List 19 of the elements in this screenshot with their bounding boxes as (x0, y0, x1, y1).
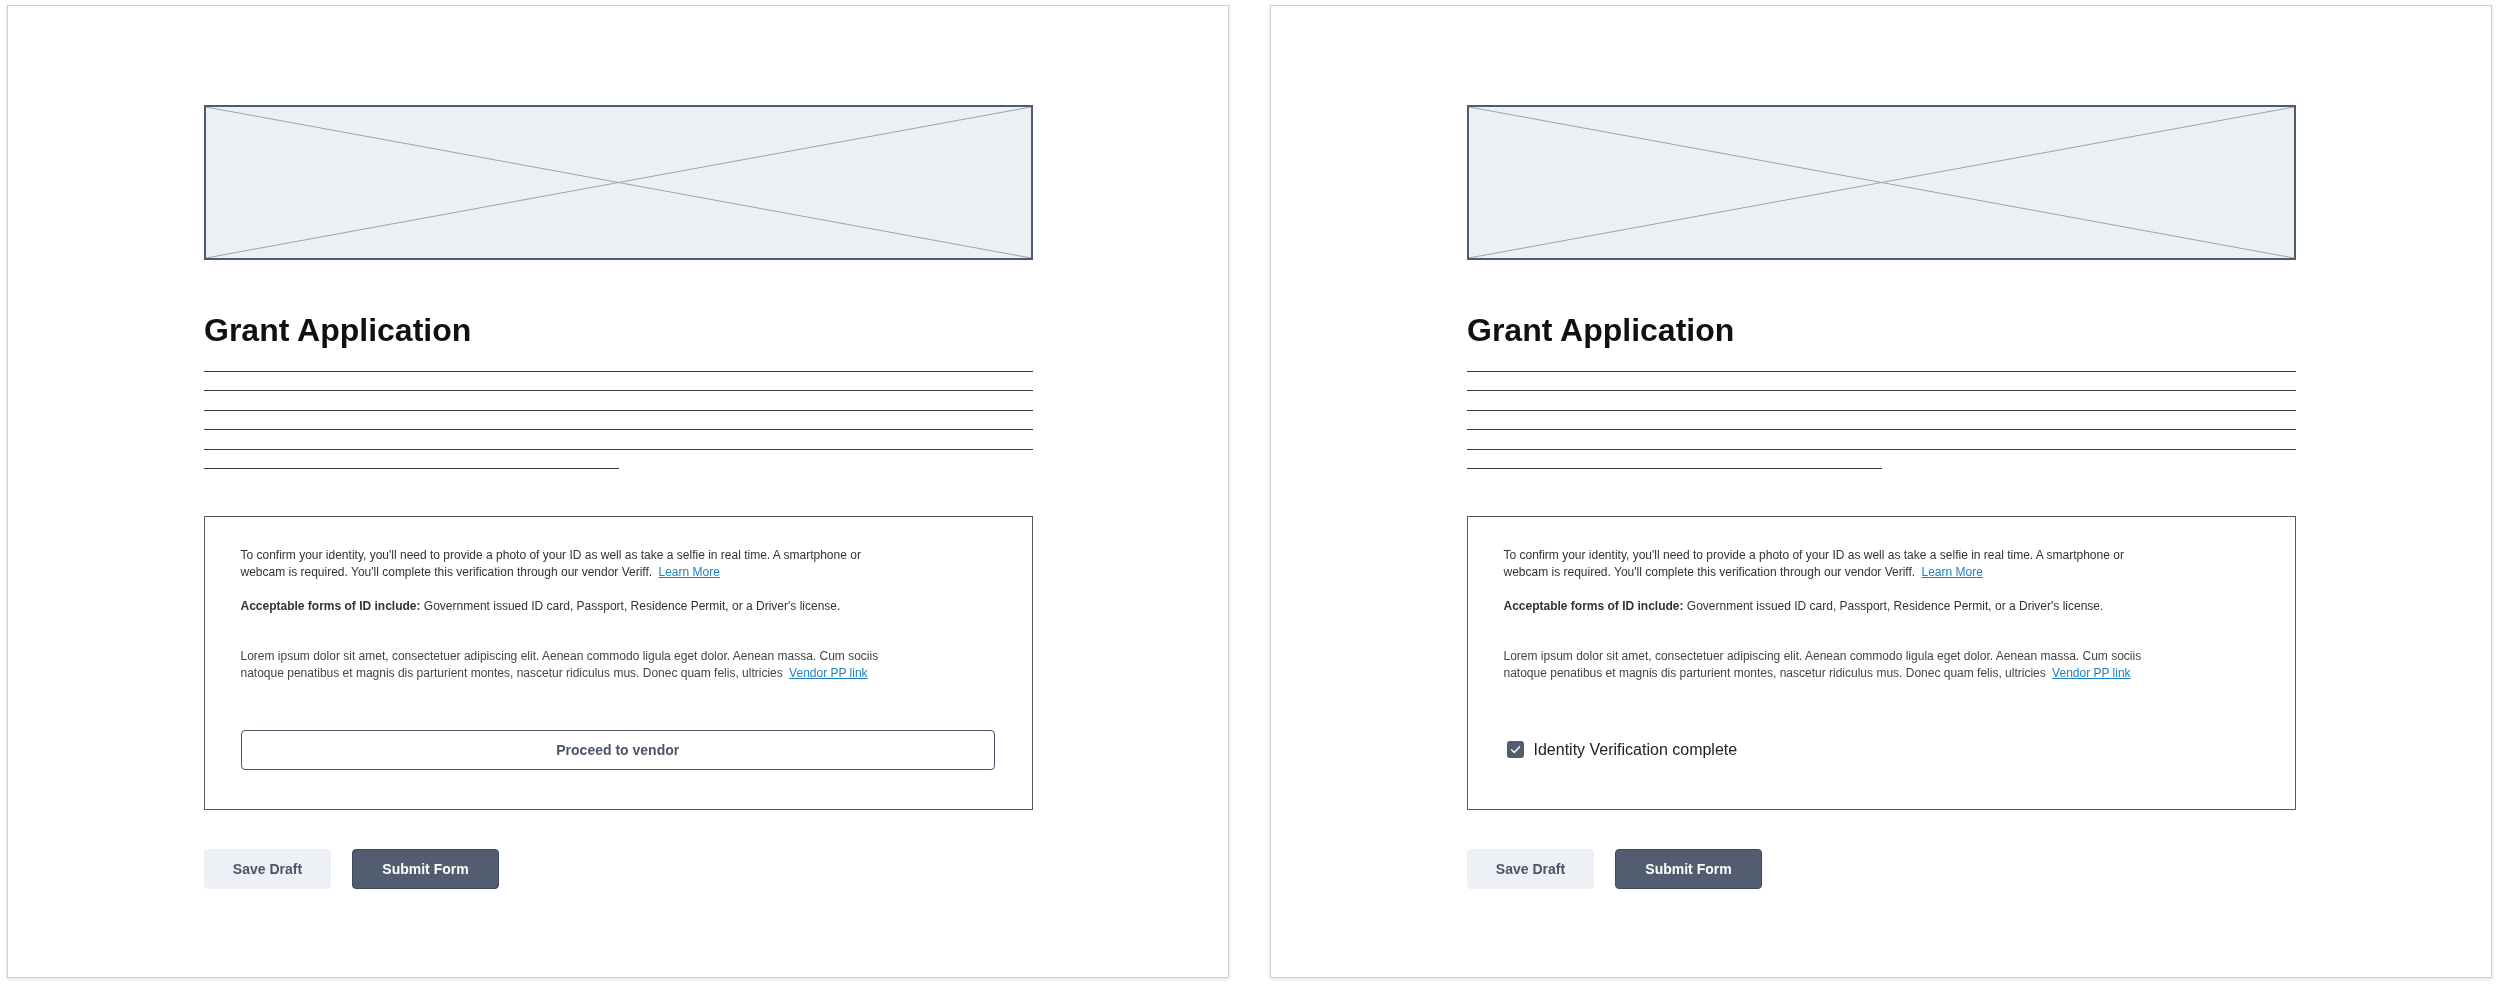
learn-more-link[interactable]: Learn More (1921, 564, 1983, 579)
learn-more-link[interactable]: Learn More (658, 564, 720, 579)
proceed-button[interactable]: Proceed to vendor (240, 729, 995, 770)
form-title: Grant Application (204, 311, 472, 349)
checkbox-label: Identity Verification complete (1533, 740, 1738, 759)
vendor-policy-link[interactable]: Vendor PP link (2052, 665, 2131, 680)
verification-intro: To confirm your identity, you'll need to provide a photo of your ID as well as take a selfie in real time. A smartphone or webcam is required. You'll complete this verification through our vendor Veriff. Learn More (240, 546, 862, 581)
submit-button[interactable]: Submit Form (352, 848, 499, 889)
submit-button[interactable]: Submit Form (1615, 848, 1762, 889)
save-draft-button[interactable]: Save Draft (204, 848, 331, 889)
checkbox[interactable] (1506, 741, 1524, 759)
verification-intro: To confirm your identity, you'll need to provide a photo of your ID as well as take a selfie in real time. A smartphone or webcam is required. You'll complete this verification through our vendor Veriff. Learn More (1503, 546, 2125, 581)
vendor-policy-link[interactable]: Vendor PP link (789, 665, 868, 680)
vendor-note: Lorem ipsum dolor sit amet, consectetuer adipiscing elit. Aenean commodo ligula eget dolor. Aenean massa. Cum sociis natoque penatibus et magnis dis parturient montes, nascetur ridiculus mus. Donec quam felis, ultricies Vendor PP link (240, 647, 880, 682)
form-title: Grant Application (1467, 311, 1735, 349)
accepted-id-note: Acceptable forms of ID include: Government issued ID card, Passport, Residence Permit, or a Driver's license. (1503, 597, 2104, 615)
accepted-id-note: Acceptable forms of ID include: Government issued ID card, Passport, Residence Permit, or a Driver's license. (240, 597, 841, 615)
vendor-note: Lorem ipsum dolor sit amet, consectetuer adipiscing elit. Aenean commodo ligula eget dolor. Aenean massa. Cum sociis natoque penatibus et magnis dis parturient montes, nascetur ridiculus mus. Donec quam felis, ultricies Vendor PP link (1503, 647, 2143, 682)
save-draft-button[interactable]: Save Draft (1467, 848, 1594, 889)
